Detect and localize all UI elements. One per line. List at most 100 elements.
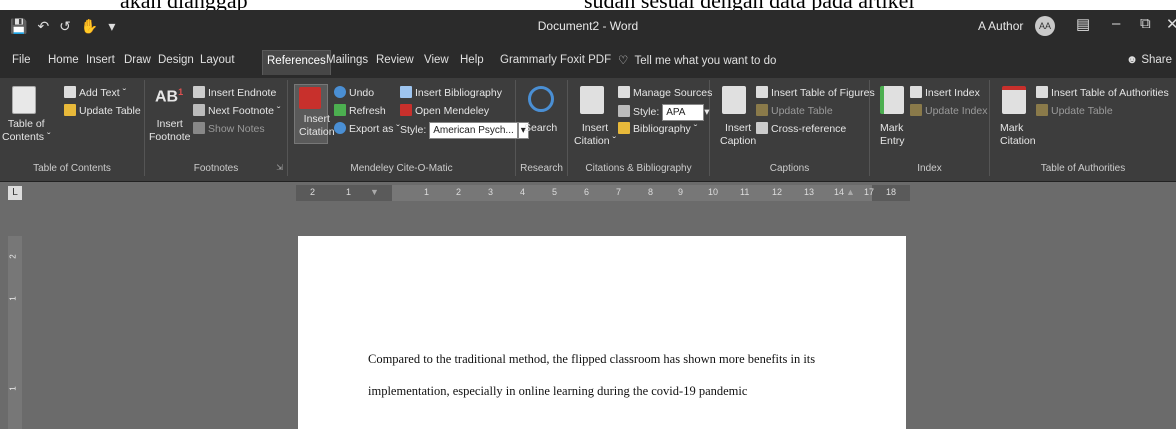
open-mendeley-button[interactable]: Open Mendeley xyxy=(400,104,489,118)
tab-review[interactable]: Review xyxy=(376,54,414,66)
open-mendeley-label: Open Mendeley xyxy=(415,105,490,117)
insert-bibliography-button[interactable]: Insert Bibliography xyxy=(400,86,502,100)
insert-citation-highlight[interactable]: Insert Citation xyxy=(294,84,335,144)
mark-entry-label-2: Entry xyxy=(880,135,905,147)
tab-grammarly[interactable]: Grammarly xyxy=(500,54,557,66)
insert-endnote-icon xyxy=(193,86,205,98)
horizontal-ruler[interactable]: 2 1 ▼ 1 2 3 4 5 6 7 8 9 10 11 12 13 14 ▲… xyxy=(296,185,910,201)
group-label: Mendeley Cite-O-Matic xyxy=(350,163,453,174)
group-label: Footnotes xyxy=(193,163,239,174)
tab-draw[interactable]: Draw xyxy=(124,54,151,66)
tab-insert[interactable]: Insert xyxy=(86,54,115,66)
vruler-tick: 1 xyxy=(8,386,18,391)
tab-home[interactable]: Home xyxy=(48,54,79,66)
search-button[interactable]: Search xyxy=(524,122,557,135)
citation-style-select[interactable]: Style: APA ▾ xyxy=(618,104,709,121)
table-of-figures-icon xyxy=(756,86,768,98)
minimize-icon[interactable]: – xyxy=(1112,15,1120,32)
ribbon-display-options-icon[interactable]: ▤ xyxy=(1076,15,1090,33)
tab-help[interactable]: Help xyxy=(460,54,484,66)
dialog-launcher-icon[interactable]: ⇲ xyxy=(276,161,283,174)
add-text-button[interactable]: Add Text ˇ xyxy=(64,86,126,100)
next-footnote-button[interactable]: Next Footnote ˇ xyxy=(193,104,280,118)
insert-bibliography-label: Insert Bibliography xyxy=(415,87,502,99)
insert-citation-label: Insert Citation xyxy=(299,113,335,139)
insert-endnote-button[interactable]: Insert Endnote xyxy=(193,86,276,100)
group-footnotes: AB1 Insert Footnote Insert Endnote Next … xyxy=(145,80,288,176)
group-research: Search Research xyxy=(516,80,568,176)
tab-selector[interactable]: L xyxy=(8,186,22,200)
tab-file[interactable]: File xyxy=(12,54,31,66)
insert-table-of-figures-button[interactable]: Insert Table of Figures xyxy=(756,86,875,100)
tab-layout[interactable]: Layout xyxy=(200,54,235,66)
document-text-line[interactable]: Compared to the traditional method, the … xyxy=(368,352,815,367)
restore-icon[interactable]: ⧉ xyxy=(1140,15,1151,32)
manage-sources-button[interactable]: Manage Sources xyxy=(618,86,712,100)
mendeley-insert-label: Insert xyxy=(303,113,330,125)
document-page[interactable]: Compared to the traditional method, the … xyxy=(298,236,906,429)
tab-foxit-pdf[interactable]: Foxit PDF xyxy=(560,54,611,66)
ruler-tick: 17 xyxy=(864,187,875,197)
insert-toa-button[interactable]: Insert Table of Authorities xyxy=(1036,86,1169,100)
update-table-button[interactable]: Update Table xyxy=(64,104,141,118)
insert-footnote-label-2: Footnote xyxy=(149,131,191,143)
style-icon xyxy=(618,105,630,117)
ruler-tick: 1 xyxy=(346,187,352,197)
show-notes-label: Show Notes xyxy=(208,123,265,135)
tab-references[interactable]: References xyxy=(262,50,331,75)
user-name[interactable]: A Author xyxy=(978,19,1023,33)
close-icon[interactable]: ✕ xyxy=(1166,15,1176,33)
mark-entry-button[interactable]: Mark Entry xyxy=(880,122,905,148)
ruler-tick: 14 xyxy=(834,187,845,197)
next-footnote-label: Next Footnote xyxy=(208,105,274,117)
group-index: Mark Entry Insert Index Update Index Ind… xyxy=(870,80,990,176)
insert-citation-button[interactable]: Insert Citation ˇ xyxy=(574,122,616,148)
update-table-label: Update Table xyxy=(79,105,141,117)
show-notes-button[interactable]: Show Notes xyxy=(193,122,265,136)
ruler-tick: 1 xyxy=(424,187,430,197)
group-captions: Insert Caption Insert Table of Figures U… xyxy=(710,80,875,176)
mendeley-style-select[interactable]: Style: American Psych... ▾ xyxy=(400,122,529,139)
update-table-figures-button[interactable]: Update Table xyxy=(756,104,833,118)
mendeley-small-icon xyxy=(400,104,412,116)
indent-marker-icon[interactable]: ▼ xyxy=(370,187,379,197)
tell-me-box[interactable]: ♡ Tell me what you want to do xyxy=(618,53,776,67)
tab-design[interactable]: Design xyxy=(158,54,194,66)
share-button[interactable]: ☻ Share xyxy=(1126,54,1172,66)
update-table-icon xyxy=(756,104,768,116)
manage-sources-label: Manage Sources xyxy=(633,87,713,99)
cross-reference-button[interactable]: Cross-reference xyxy=(756,122,846,136)
bibliography-button[interactable]: Bibliography ˇ xyxy=(618,122,697,136)
mark-entry-label-1: Mark xyxy=(880,122,904,134)
export-as-button[interactable]: Export as ˇ xyxy=(334,122,400,136)
background-text-right: sudah sesuai dengan data pada artikel xyxy=(584,0,914,10)
show-notes-icon xyxy=(193,122,205,134)
avatar[interactable]: AA xyxy=(1035,16,1055,36)
mendeley-undo-button[interactable]: Undo xyxy=(334,86,374,100)
group-table-of-contents: Table of Contents ˇ Add Text ˇ Update Ta… xyxy=(0,80,145,176)
citation-style-label: Style: xyxy=(633,106,660,118)
lightbulb-icon: ♡ xyxy=(618,55,629,67)
mendeley-style-value[interactable]: American Psych... xyxy=(429,122,518,139)
ruler-tick: 2 xyxy=(310,187,316,197)
chevron-down-icon[interactable]: ▾ xyxy=(704,106,709,118)
right-indent-marker-icon[interactable]: ▲ xyxy=(846,187,855,197)
update-toa-button[interactable]: Update Table xyxy=(1036,104,1113,118)
document-text-line[interactable]: implementation, especially in online lea… xyxy=(368,384,747,399)
table-of-contents-button[interactable]: Table of Contents ˇ xyxy=(2,118,50,144)
vertical-ruler[interactable]: 2 1 1 xyxy=(8,236,22,429)
citation-style-value[interactable]: APA xyxy=(662,104,705,121)
share-label: Share xyxy=(1141,54,1172,66)
tab-view[interactable]: View xyxy=(424,54,449,66)
insert-index-button[interactable]: Insert Index xyxy=(910,86,980,100)
mark-citation-icon xyxy=(1002,86,1026,114)
insert-footnote-button[interactable]: Insert Footnote xyxy=(149,118,190,144)
group-label: Research xyxy=(520,163,563,174)
insert-caption-button[interactable]: Insert Caption xyxy=(720,122,756,148)
cross-reference-label: Cross-reference xyxy=(771,123,847,135)
tab-mailings[interactable]: Mailings xyxy=(326,54,368,66)
mendeley-refresh-button[interactable]: Refresh xyxy=(334,104,386,118)
update-index-button[interactable]: Update Index xyxy=(910,104,987,118)
mark-citation-button[interactable]: Mark Citation xyxy=(1000,122,1036,148)
insert-citation-icon xyxy=(580,86,604,114)
